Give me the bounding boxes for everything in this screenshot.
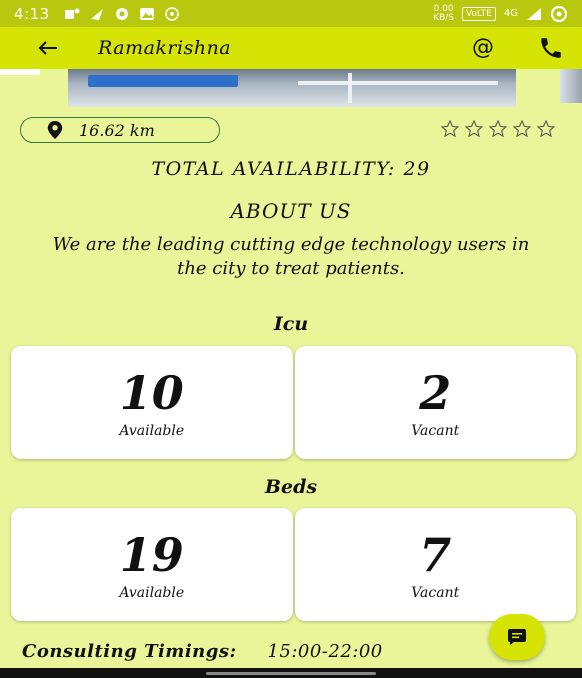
distance-chip[interactable]: 16.62 km xyxy=(20,117,220,143)
chat-fab-button[interactable] xyxy=(489,614,545,660)
star-icon[interactable] xyxy=(464,119,484,139)
home-gesture-handle[interactable] xyxy=(206,672,376,675)
icu-vacant-value: 2 xyxy=(419,365,452,420)
beds-cards: 19 Available 7 Vacant xyxy=(10,508,577,621)
beds-vacant-value: 7 xyxy=(419,527,452,582)
beds-available-label: Available xyxy=(119,584,185,601)
star-icon[interactable] xyxy=(440,119,460,139)
consulting-timings: Consulting Timings: 15:00-22:00 xyxy=(22,641,383,662)
record-icon xyxy=(115,7,128,20)
icu-available-label: Available xyxy=(119,422,185,439)
back-button[interactable] xyxy=(34,34,62,62)
total-availability: TOTAL AVAILABILITY: 29 xyxy=(151,158,431,180)
email-button[interactable]: @ xyxy=(472,37,494,59)
star-icon[interactable] xyxy=(536,119,556,139)
arrow-left-icon xyxy=(38,41,57,55)
gallery-icon xyxy=(139,7,154,20)
signal-icon xyxy=(527,7,541,20)
beds-available-value: 19 xyxy=(119,527,184,582)
icu-cards: 10 Available 2 Vacant xyxy=(10,346,577,459)
notification-icons xyxy=(64,6,180,21)
location-pin-icon xyxy=(47,121,63,139)
teams-icon xyxy=(64,8,80,19)
page-title: Ramakrishna xyxy=(98,37,232,59)
network-speed: 0.00 KB/S xyxy=(433,4,454,23)
data-saver-icon xyxy=(550,5,568,22)
distance-value: 16.62 km xyxy=(79,120,155,140)
bed-post-graphic xyxy=(348,73,352,103)
beds-available-card[interactable]: 19 Available xyxy=(11,508,293,621)
phone-icon[interactable] xyxy=(538,35,564,61)
beds-vacant-card[interactable]: 7 Vacant xyxy=(294,508,576,621)
icu-section-title: Icu xyxy=(273,313,309,335)
whatsapp-icon xyxy=(164,6,179,21)
speed-unit: KB/S xyxy=(433,12,454,23)
icu-available-card[interactable]: 10 Available xyxy=(11,346,293,459)
hospital-bed-graphic xyxy=(88,75,238,87)
status-bar: 4:13 0.00 KB/S VoLTE 4G xyxy=(0,0,582,27)
rating-stars[interactable] xyxy=(440,119,556,139)
app-bar: Ramakrishna @ xyxy=(0,27,582,69)
consulting-value: 15:00-22:00 xyxy=(267,641,383,662)
chat-icon xyxy=(508,629,526,645)
carousel-next-edge xyxy=(560,69,582,103)
consulting-label: Consulting Timings: xyxy=(22,641,237,662)
carousel-prev-edge xyxy=(0,69,40,75)
star-icon[interactable] xyxy=(488,119,508,139)
star-icon[interactable] xyxy=(512,119,532,139)
status-right: 0.00 KB/S VoLTE 4G xyxy=(433,4,568,23)
beds-section-title: Beds xyxy=(264,476,318,498)
volte-badge: VoLTE xyxy=(461,6,496,21)
network-type: 4G xyxy=(503,8,518,19)
location-arrow-icon xyxy=(90,8,103,20)
about-heading: ABOUT US xyxy=(230,199,352,223)
icu-available-value: 10 xyxy=(119,365,184,420)
icu-vacant-label: Vacant xyxy=(411,422,460,439)
icu-vacant-card[interactable]: 2 Vacant xyxy=(294,346,576,459)
about-text: We are the leading cutting edge technolo… xyxy=(52,234,530,279)
bed-rail-graphic xyxy=(298,81,498,85)
status-time: 4:13 xyxy=(14,4,50,23)
app-bar-actions: @ xyxy=(472,35,564,61)
hospital-image xyxy=(68,69,516,107)
beds-vacant-label: Vacant xyxy=(411,584,460,601)
